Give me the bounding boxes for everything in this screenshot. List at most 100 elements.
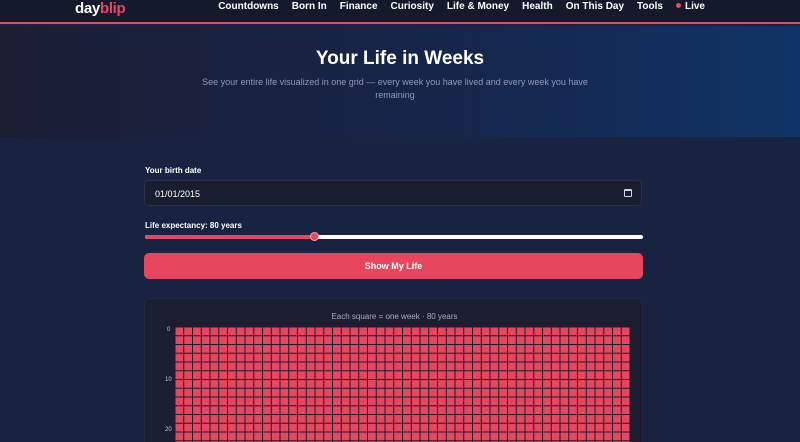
week-cell-lived — [228, 336, 236, 344]
week-cell-lived — [341, 380, 350, 388]
week-cell-lived — [578, 345, 586, 353]
nav-item-health[interactable]: Health — [522, 1, 553, 12]
week-cell-lived — [201, 388, 210, 397]
week-cell-lived — [429, 353, 437, 362]
slider-thumb[interactable] — [310, 232, 320, 241]
week-cell-lived — [385, 362, 394, 371]
week-cell-lived — [464, 327, 472, 336]
week-cell-lived — [569, 415, 577, 423]
week-cell-lived — [621, 327, 630, 336]
week-cell-lived — [263, 362, 271, 371]
week-cell-lived — [499, 327, 507, 336]
week-cell-lived — [201, 432, 210, 441]
week-cell-lived — [438, 336, 446, 344]
week-cell-lived — [604, 353, 612, 362]
nav-item-countdowns[interactable]: Countdowns — [218, 1, 279, 12]
week-cell-lived — [411, 380, 420, 388]
birth-date-value[interactable]: 01/01/2015 — [155, 189, 200, 199]
week-cell-lived — [621, 415, 630, 423]
week-cell-lived — [245, 406, 254, 414]
week-cell-lived — [263, 327, 271, 336]
week-cell-lived — [569, 388, 577, 397]
week-cell-lived — [175, 353, 184, 362]
week-cell-lived — [350, 345, 359, 353]
week-cell-lived — [394, 423, 402, 432]
week-cell-lived — [219, 345, 227, 353]
week-cell-lived — [376, 371, 385, 379]
week-cell-lived — [193, 388, 201, 397]
show-my-life-button[interactable]: Show My Life — [144, 253, 643, 279]
week-cell-lived — [271, 371, 280, 379]
week-cell-lived — [324, 327, 332, 336]
live-label[interactable]: Live — [685, 1, 705, 12]
nav-item-born-in[interactable]: Born In — [292, 1, 327, 12]
week-cell-lived — [201, 415, 210, 423]
week-cell-lived — [228, 406, 236, 414]
week-cell-lived — [429, 336, 437, 344]
week-cell-lived — [376, 388, 385, 397]
week-cell-lived — [490, 397, 499, 406]
grid-caption: Each square = one week · 80 years — [331, 312, 458, 321]
nav-item-finance[interactable]: Finance — [340, 1, 378, 12]
week-cell-lived — [298, 423, 306, 432]
logo[interactable]: dayblip — [75, 0, 126, 17]
week-cell-lived — [245, 415, 254, 423]
week-cell-lived — [525, 362, 534, 371]
week-cell-lived — [516, 423, 525, 432]
week-cell-lived — [429, 406, 437, 414]
week-cell-lived — [429, 380, 437, 388]
week-cell-lived — [499, 432, 507, 441]
nav-item-curiosity[interactable]: Curiosity — [391, 1, 434, 12]
week-cell-lived — [368, 371, 376, 379]
week-cell-lived — [263, 388, 271, 397]
week-cell-lived — [368, 406, 376, 414]
week-cell-lived — [394, 415, 402, 423]
week-cell-lived — [280, 371, 289, 379]
week-cell-lived — [359, 353, 367, 362]
week-cell-lived — [534, 432, 542, 441]
week-cell-lived — [411, 388, 420, 397]
life-expectancy-slider[interactable] — [145, 235, 643, 239]
nav-item-live[interactable]: Live — [675, 1, 705, 12]
week-cell-lived — [534, 423, 542, 432]
week-cell-lived — [341, 362, 350, 371]
week-cell-lived — [376, 362, 385, 371]
week-cell-lived — [534, 362, 542, 371]
week-cell-lived — [543, 397, 551, 406]
week-cell-lived — [184, 362, 192, 371]
week-cell-lived — [551, 380, 560, 388]
week-cell-lived — [359, 362, 367, 371]
calendar-icon[interactable] — [624, 189, 632, 197]
logo-text-day[interactable]: day — [75, 0, 100, 17]
week-cell-lived — [306, 380, 315, 388]
week-cell-lived — [201, 345, 210, 353]
week-cell-lived — [525, 336, 534, 344]
birth-date-input[interactable]: 01/01/2015 — [144, 180, 642, 206]
week-cell-lived — [560, 415, 569, 423]
week-cell-lived — [263, 345, 271, 353]
week-cell-lived — [534, 406, 542, 414]
week-cell-lived — [394, 327, 402, 336]
week-cell-lived — [236, 380, 245, 388]
week-cell-lived — [368, 423, 376, 432]
week-cell-lived — [271, 380, 280, 388]
nav-item-on-this-day[interactable]: On This Day — [566, 1, 624, 12]
week-cell-lived — [359, 423, 367, 432]
week-cell-lived — [595, 380, 604, 388]
week-cell-lived — [271, 415, 280, 423]
week-cell-lived — [403, 336, 411, 344]
week-cell-lived — [298, 345, 306, 353]
week-cell-lived — [586, 327, 595, 336]
logo-text-blip[interactable]: blip — [100, 0, 126, 17]
nav-item-tools[interactable]: Tools — [637, 1, 663, 12]
week-cell-lived — [193, 432, 201, 441]
week-cell-lived — [289, 380, 297, 388]
week-cell-lived — [473, 397, 481, 406]
week-cell-lived — [236, 327, 245, 336]
week-cell-lived — [341, 353, 350, 362]
week-cell-lived — [341, 371, 350, 379]
nav-item-life-money[interactable]: Life & Money — [447, 1, 509, 12]
week-cell-lived — [193, 397, 201, 406]
week-cell-lived — [578, 432, 586, 441]
week-cell-lived — [333, 353, 341, 362]
